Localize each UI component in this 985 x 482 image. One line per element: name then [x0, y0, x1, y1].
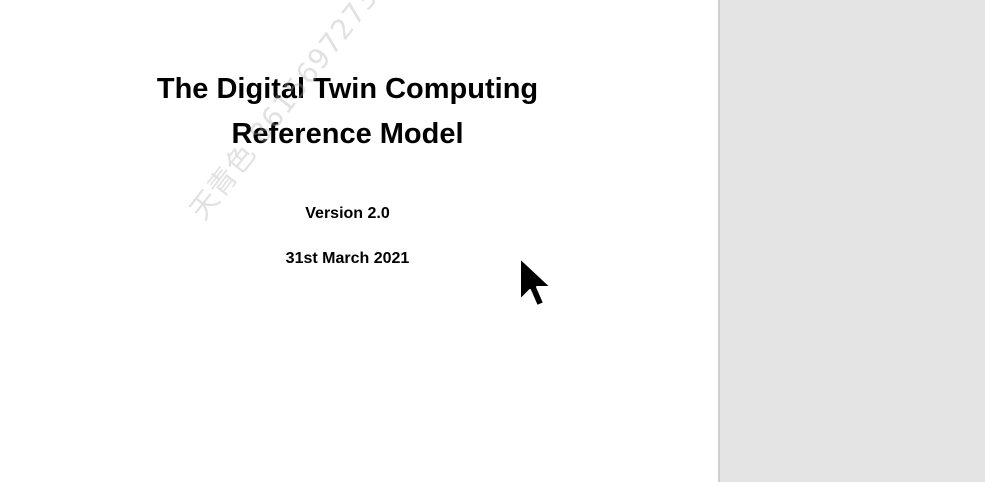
document-version: Version 2.0: [305, 205, 390, 222]
document-viewer: The Digital Twin Computing Reference Mod…: [0, 0, 985, 482]
document-title-line-2: Reference Model: [231, 118, 464, 150]
document-page[interactable]: The Digital Twin Computing Reference Mod…: [0, 0, 718, 482]
watermark: 天青色 8615697273568: [183, 0, 420, 227]
document-date: 31st March 2021: [285, 250, 410, 267]
page-edge-divider: [718, 0, 720, 482]
document-title-line-1: The Digital Twin Computing: [156, 73, 539, 105]
mouse-pointer-icon: [519, 257, 552, 307]
